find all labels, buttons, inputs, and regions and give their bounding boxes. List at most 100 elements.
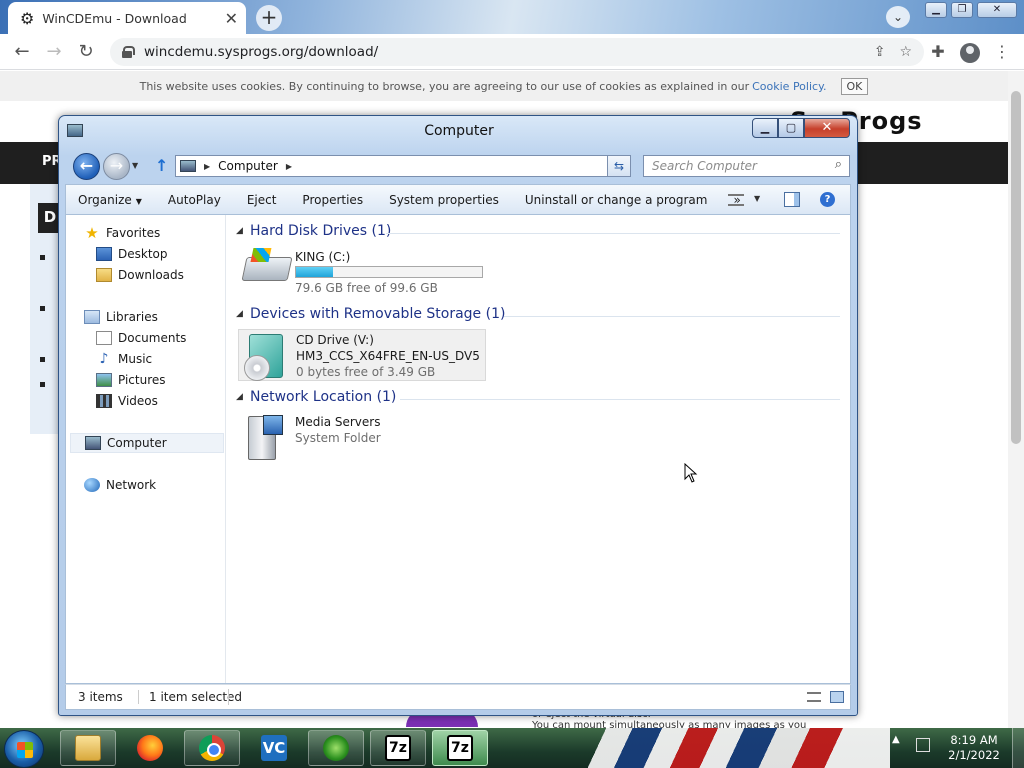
media-servers-tile[interactable]: Media Servers System Folder	[238, 412, 486, 464]
url-text[interactable]: wincdemu.sysprogs.org/download/	[144, 44, 860, 60]
pictures-icon	[96, 373, 112, 387]
nav-label: Network	[106, 478, 157, 492]
taskbar-explorer[interactable]	[60, 730, 116, 766]
wallpaper-art	[580, 728, 890, 768]
navigation-pane: ★ Favorites Desktop Downloads Libraries D…	[66, 215, 226, 683]
preview-pane-icon[interactable]	[784, 192, 800, 207]
more-menu-icon[interactable]: ⋮	[992, 42, 1012, 62]
extensions-puzzle-icon[interactable]: ✚	[928, 42, 948, 62]
large-icons-view-icon[interactable]	[830, 691, 844, 703]
nav-desktop[interactable]: Desktop	[96, 244, 168, 264]
nav-pictures[interactable]: Pictures	[96, 370, 166, 390]
cookie-policy-link[interactable]: Cookie Policy.	[752, 80, 826, 93]
nav-documents[interactable]: Documents	[96, 328, 186, 348]
nav-network[interactable]: Network	[84, 475, 156, 495]
nav-computer[interactable]: Computer	[70, 433, 224, 453]
veracrypt-icon: VC	[261, 735, 287, 761]
selection-count: 1 item selected	[138, 690, 242, 704]
nav-videos[interactable]: Videos	[96, 391, 158, 411]
refresh-button[interactable]: ⇆	[607, 155, 631, 177]
close-tab-icon[interactable]: ✕	[225, 9, 238, 28]
reload-icon[interactable]: ↻	[74, 40, 98, 64]
media-server-icon	[248, 415, 283, 460]
share-icon[interactable]: ⇪	[874, 44, 886, 60]
gear-icon: ⚙	[20, 8, 35, 28]
system-clock[interactable]: 8:19 AM 2/1/2022	[944, 733, 1004, 763]
bookmark-star-icon[interactable]: ☆	[899, 44, 912, 60]
back-button[interactable]: ←	[73, 153, 100, 180]
nav-libraries[interactable]: Libraries	[84, 307, 158, 327]
show-desktop-button[interactable]	[1012, 728, 1024, 768]
collapse-triangle-icon[interactable]: ◢	[236, 392, 243, 402]
back-arrow-icon[interactable]: ←	[10, 40, 34, 64]
computer-icon	[85, 436, 101, 450]
help-icon[interactable]: ?	[820, 192, 835, 207]
group-hard-disk-drives[interactable]: ◢ Hard Disk Drives (1)	[236, 223, 846, 243]
uninstall-program-button[interactable]: Uninstall or change a program	[512, 193, 721, 207]
nav-label: Pictures	[118, 373, 166, 387]
minimize-window-icon[interactable]: ▁	[925, 2, 947, 18]
autoplay-button[interactable]: AutoPlay	[155, 193, 234, 207]
cookie-banner: This website uses cookies. By continuing…	[0, 71, 1008, 101]
page-scrollbar[interactable]	[1008, 71, 1024, 728]
close-window-icon[interactable]: ✕	[977, 2, 1017, 18]
change-view-icon[interactable]	[728, 194, 744, 206]
new-tab-button[interactable]: +	[256, 5, 282, 31]
up-arrow-icon[interactable]: ↑	[155, 156, 168, 175]
properties-button[interactable]: Properties	[289, 193, 376, 207]
system-properties-button[interactable]: System properties	[376, 193, 512, 207]
action-center-flag-icon[interactable]	[916, 738, 930, 752]
status-bar: 3 items 1 item selected	[65, 684, 851, 710]
taskbar-veracrypt[interactable]: VC	[246, 730, 302, 766]
breadcrumb-separator-icon[interactable]: ▶	[286, 162, 292, 171]
address-bar[interactable]: ▶ Computer ▶ ▼	[175, 155, 630, 177]
close-button[interactable]: ✕	[804, 118, 850, 138]
cd-drive-tile[interactable]: CD Drive (V:) HM3_CCS_X64FRE_EN-US_DV5 0…	[238, 329, 486, 381]
collapse-triangle-icon[interactable]: ◢	[236, 309, 243, 319]
browser-tab[interactable]: ⚙ WinCDEmu - Download ✕	[8, 2, 246, 34]
breadcrumb-computer[interactable]: Computer	[218, 159, 278, 173]
taskbar-chrome[interactable]	[184, 730, 240, 766]
restore-window-icon[interactable]: ❐	[951, 2, 973, 18]
maximize-button[interactable]: ▢	[778, 118, 804, 138]
lock-icon[interactable]	[122, 46, 135, 58]
tab-strip: ⚙ WinCDEmu - Download ✕ + ⌄ ▁ ❐ ✕	[0, 0, 1024, 34]
cookie-ok-button[interactable]: OK	[840, 77, 869, 95]
organize-button[interactable]: Organize ▼	[66, 193, 155, 207]
view-dropdown-icon[interactable]: ▼	[754, 194, 760, 203]
minimize-button[interactable]: ▁	[752, 118, 778, 138]
start-button[interactable]	[4, 730, 44, 768]
taskbar-download-manager[interactable]	[308, 730, 364, 766]
list-bullet	[40, 357, 45, 362]
address-bar[interactable]: wincdemu.sysprogs.org/download/ ⇪ ☆	[110, 38, 924, 66]
nav-downloads[interactable]: Downloads	[96, 265, 184, 285]
scrollbar-thumb[interactable]	[1011, 91, 1021, 444]
nav-label: Videos	[118, 394, 158, 408]
search-icon[interactable]: ⌕	[835, 157, 842, 172]
taskbar-firefox[interactable]	[122, 730, 178, 766]
nav-label: Computer	[107, 436, 167, 450]
mouse-cursor-icon	[684, 463, 698, 483]
drive-c-tile[interactable]: KING (C:) 79.6 GB free of 99.6 GB	[238, 247, 486, 299]
nav-music[interactable]: ♪ Music	[96, 349, 153, 369]
collapse-triangle-icon[interactable]: ◢	[236, 226, 243, 236]
tab-title: WinCDEmu - Download	[42, 10, 187, 26]
group-network-location[interactable]: ◢ Network Location (1)	[236, 389, 846, 409]
nav-label: Desktop	[118, 247, 168, 261]
nav-favorites[interactable]: ★ Favorites	[84, 223, 160, 243]
details-view-icon[interactable]	[807, 692, 821, 702]
drive-usage-bar	[295, 266, 483, 278]
eject-button[interactable]: Eject	[234, 193, 290, 207]
taskbar-7zip-active[interactable]: 7z	[432, 730, 488, 766]
forward-button[interactable]: →	[103, 153, 130, 180]
recent-pages-dropdown-icon[interactable]: ▼	[132, 161, 138, 170]
taskbar-7zip[interactable]: 7z	[370, 730, 426, 766]
cookie-text: This website uses cookies. By continuing…	[139, 79, 750, 93]
group-removable-storage[interactable]: ◢ Devices with Removable Storage (1)	[236, 306, 846, 326]
show-hidden-icons[interactable]: ▲	[892, 734, 900, 745]
search-input[interactable]: Search Computer ⌕	[643, 155, 850, 177]
tab-search-chevron-icon[interactable]: ⌄	[886, 6, 910, 28]
profile-avatar[interactable]	[960, 43, 980, 63]
breadcrumb-separator-icon[interactable]: ▶	[204, 162, 210, 171]
forward-arrow-icon[interactable]: →	[42, 40, 66, 64]
